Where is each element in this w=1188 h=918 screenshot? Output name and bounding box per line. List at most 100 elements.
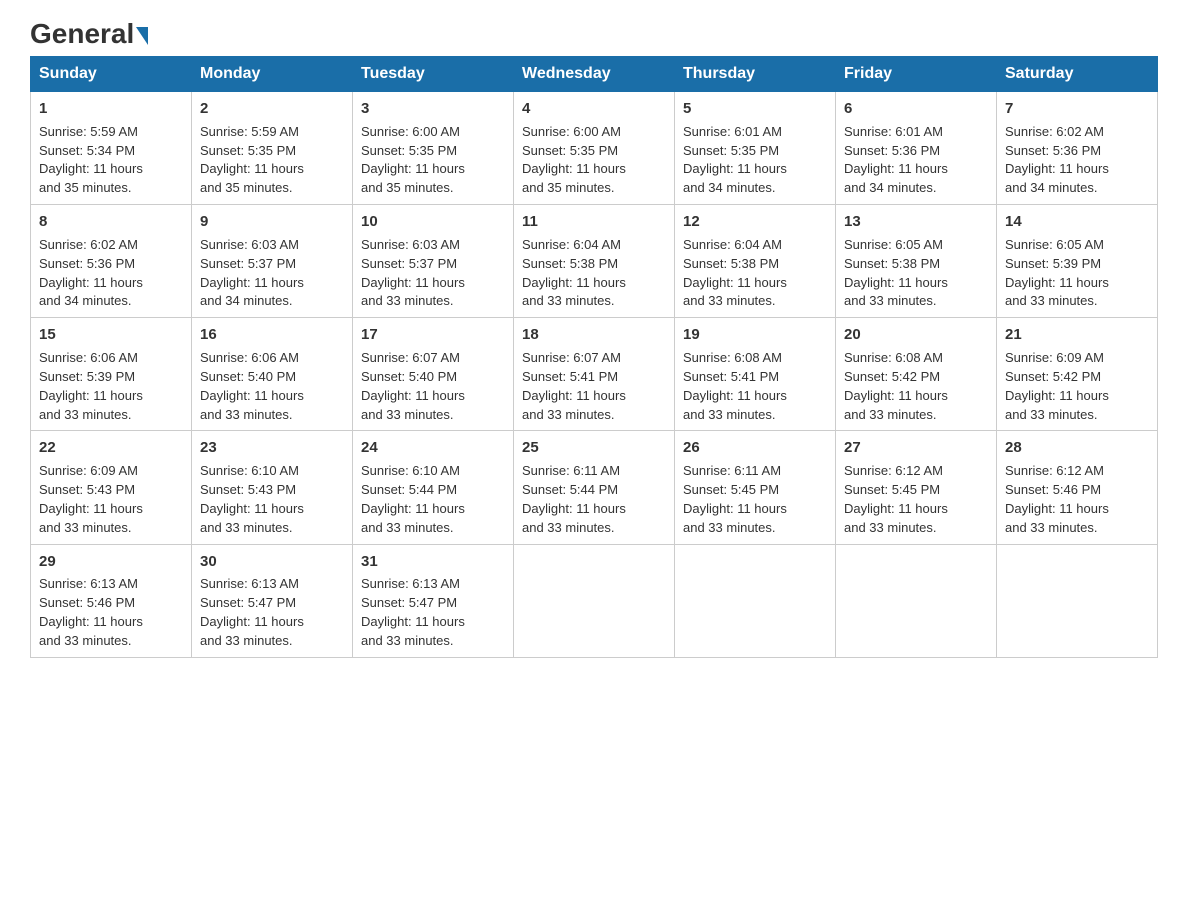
calendar-cell: 9 Sunrise: 6:03 AMSunset: 5:37 PMDaylight… — [192, 205, 353, 318]
day-info: Sunrise: 6:08 AMSunset: 5:42 PMDaylight:… — [844, 350, 948, 422]
calendar-week-row: 22Sunrise: 6:09 AMSunset: 5:43 PMDayligh… — [31, 431, 1158, 544]
day-number: 21 — [1005, 324, 1149, 346]
day-info: Sunrise: 6:13 AMSunset: 5:47 PMDaylight:… — [200, 576, 304, 648]
calendar-cell: 6Sunrise: 6:01 AMSunset: 5:36 PMDaylight… — [836, 92, 997, 205]
day-number: 16 — [200, 324, 344, 346]
calendar-cell: 23Sunrise: 6:10 AMSunset: 5:43 PMDayligh… — [192, 431, 353, 544]
day-number: 11 — [522, 211, 666, 233]
day-number: 29 — [39, 551, 183, 573]
calendar-cell: 2 Sunrise: 5:59 AMSunset: 5:35 PMDaylight… — [192, 92, 353, 205]
header-cell-wednesday: Wednesday — [514, 57, 675, 92]
header-cell-thursday: Thursday — [675, 57, 836, 92]
day-info: Sunrise: 6:04 AMSunset: 5:38 PMDaylight:… — [522, 237, 626, 309]
day-number: 13 — [844, 211, 988, 233]
calendar-cell — [836, 544, 997, 657]
calendar-cell: 12 Sunrise: 6:04 AMSunset: 5:38 PMDayligh… — [675, 205, 836, 318]
day-info: Sunrise: 6:06 AMSunset: 5:40 PMDaylight:… — [200, 350, 304, 422]
day-number: 6 — [844, 98, 988, 120]
day-number: 10 — [361, 211, 505, 233]
calendar-table: SundayMondayTuesdayWednesdayThursdayFrid… — [30, 56, 1158, 658]
calendar-cell: 25Sunrise: 6:11 AMSunset: 5:44 PMDayligh… — [514, 431, 675, 544]
day-info: Sunrise: 6:02 AMSunset: 5:36 PMDaylight:… — [39, 237, 143, 309]
calendar-week-row: 1 Sunrise: 5:59 AMSunset: 5:34 PMDaylight… — [31, 92, 1158, 205]
calendar-cell — [997, 544, 1158, 657]
logo-top: General — [30, 20, 148, 48]
day-number: 20 — [844, 324, 988, 346]
day-info: Sunrise: 6:13 AMSunset: 5:47 PMDaylight:… — [361, 576, 465, 648]
day-info: Sunrise: 6:07 AMSunset: 5:41 PMDaylight:… — [522, 350, 626, 422]
day-info: Sunrise: 6:11 AMSunset: 5:45 PMDaylight:… — [683, 463, 787, 535]
logo-arrow-icon — [136, 27, 148, 45]
calendar-cell: 11 Sunrise: 6:04 AMSunset: 5:38 PMDayligh… — [514, 205, 675, 318]
calendar-cell: 3 Sunrise: 6:00 AMSunset: 5:35 PMDaylight… — [353, 92, 514, 205]
day-info: Sunrise: 6:03 AMSunset: 5:37 PMDaylight:… — [361, 237, 465, 309]
day-number: 30 — [200, 551, 344, 573]
day-number: 12 — [683, 211, 827, 233]
calendar-cell: 30 Sunrise: 6:13 AMSunset: 5:47 PMDayligh… — [192, 544, 353, 657]
day-number: 15 — [39, 324, 183, 346]
calendar-cell: 10 Sunrise: 6:03 AMSunset: 5:37 PMDayligh… — [353, 205, 514, 318]
day-number: 2 — [200, 98, 344, 120]
day-number: 9 — [200, 211, 344, 233]
header-cell-saturday: Saturday — [997, 57, 1158, 92]
day-info: Sunrise: 6:00 AMSunset: 5:35 PMDaylight:… — [361, 124, 465, 196]
calendar-cell: 15 Sunrise: 6:06 AMSunset: 5:39 PMDayligh… — [31, 318, 192, 431]
day-info: Sunrise: 5:59 AMSunset: 5:35 PMDaylight:… — [200, 124, 304, 196]
calendar-cell: 27 Sunrise: 6:12 AMSunset: 5:45 PMDayligh… — [836, 431, 997, 544]
day-number: 19 — [683, 324, 827, 346]
calendar-cell: 7 Sunrise: 6:02 AMSunset: 5:36 PMDaylight… — [997, 92, 1158, 205]
day-info: Sunrise: 6:03 AMSunset: 5:37 PMDaylight:… — [200, 237, 304, 309]
header: General — [30, 20, 1158, 46]
calendar-cell: 20 Sunrise: 6:08 AMSunset: 5:42 PMDayligh… — [836, 318, 997, 431]
calendar-cell: 17Sunrise: 6:07 AMSunset: 5:40 PMDayligh… — [353, 318, 514, 431]
day-number: 14 — [1005, 211, 1149, 233]
day-number: 17 — [361, 324, 505, 346]
day-number: 28 — [1005, 437, 1149, 459]
day-info: Sunrise: 6:13 AMSunset: 5:46 PMDaylight:… — [39, 576, 143, 648]
logo: General — [30, 20, 148, 46]
calendar-cell: 31 Sunrise: 6:13 AMSunset: 5:47 PMDayligh… — [353, 544, 514, 657]
day-info: Sunrise: 6:10 AMSunset: 5:44 PMDaylight:… — [361, 463, 465, 535]
header-cell-friday: Friday — [836, 57, 997, 92]
header-cell-monday: Monday — [192, 57, 353, 92]
header-cell-sunday: Sunday — [31, 57, 192, 92]
day-number: 24 — [361, 437, 505, 459]
day-info: Sunrise: 6:12 AMSunset: 5:45 PMDaylight:… — [844, 463, 948, 535]
day-info: Sunrise: 5:59 AMSunset: 5:34 PMDaylight:… — [39, 124, 143, 196]
day-info: Sunrise: 6:08 AMSunset: 5:41 PMDaylight:… — [683, 350, 787, 422]
day-info: Sunrise: 6:12 AMSunset: 5:46 PMDaylight:… — [1005, 463, 1109, 535]
calendar-cell: 1 Sunrise: 5:59 AMSunset: 5:34 PMDaylight… — [31, 92, 192, 205]
day-number: 18 — [522, 324, 666, 346]
logo-general: General — [30, 18, 134, 49]
day-info: Sunrise: 6:01 AMSunset: 5:35 PMDaylight:… — [683, 124, 787, 196]
calendar-cell: 19 Sunrise: 6:08 AMSunset: 5:41 PMDayligh… — [675, 318, 836, 431]
day-info: Sunrise: 6:04 AMSunset: 5:38 PMDaylight:… — [683, 237, 787, 309]
calendar-cell: 13Sunrise: 6:05 AMSunset: 5:38 PMDayligh… — [836, 205, 997, 318]
day-number: 8 — [39, 211, 183, 233]
calendar-week-row: 29 Sunrise: 6:13 AMSunset: 5:46 PMDayligh… — [31, 544, 1158, 657]
day-number: 1 — [39, 98, 183, 120]
day-info: Sunrise: 6:00 AMSunset: 5:35 PMDaylight:… — [522, 124, 626, 196]
calendar-cell: 26Sunrise: 6:11 AMSunset: 5:45 PMDayligh… — [675, 431, 836, 544]
calendar-cell: 29 Sunrise: 6:13 AMSunset: 5:46 PMDayligh… — [31, 544, 192, 657]
calendar-cell: 14 Sunrise: 6:05 AMSunset: 5:39 PMDayligh… — [997, 205, 1158, 318]
day-number: 7 — [1005, 98, 1149, 120]
day-info: Sunrise: 6:02 AMSunset: 5:36 PMDaylight:… — [1005, 124, 1109, 196]
calendar-cell: 24 Sunrise: 6:10 AMSunset: 5:44 PMDayligh… — [353, 431, 514, 544]
day-number: 22 — [39, 437, 183, 459]
day-number: 31 — [361, 551, 505, 573]
day-info: Sunrise: 6:06 AMSunset: 5:39 PMDaylight:… — [39, 350, 143, 422]
day-info: Sunrise: 6:11 AMSunset: 5:44 PMDaylight:… — [522, 463, 626, 535]
day-number: 5 — [683, 98, 827, 120]
day-info: Sunrise: 6:05 AMSunset: 5:39 PMDaylight:… — [1005, 237, 1109, 309]
calendar-cell: 22Sunrise: 6:09 AMSunset: 5:43 PMDayligh… — [31, 431, 192, 544]
day-number: 27 — [844, 437, 988, 459]
calendar-cell: 8 Sunrise: 6:02 AMSunset: 5:36 PMDaylight… — [31, 205, 192, 318]
day-number: 3 — [361, 98, 505, 120]
calendar-cell — [514, 544, 675, 657]
day-info: Sunrise: 6:09 AMSunset: 5:42 PMDaylight:… — [1005, 350, 1109, 422]
day-number: 4 — [522, 98, 666, 120]
calendar-cell: 5 Sunrise: 6:01 AMSunset: 5:35 PMDaylight… — [675, 92, 836, 205]
day-number: 23 — [200, 437, 344, 459]
calendar-cell: 18 Sunrise: 6:07 AMSunset: 5:41 PMDayligh… — [514, 318, 675, 431]
